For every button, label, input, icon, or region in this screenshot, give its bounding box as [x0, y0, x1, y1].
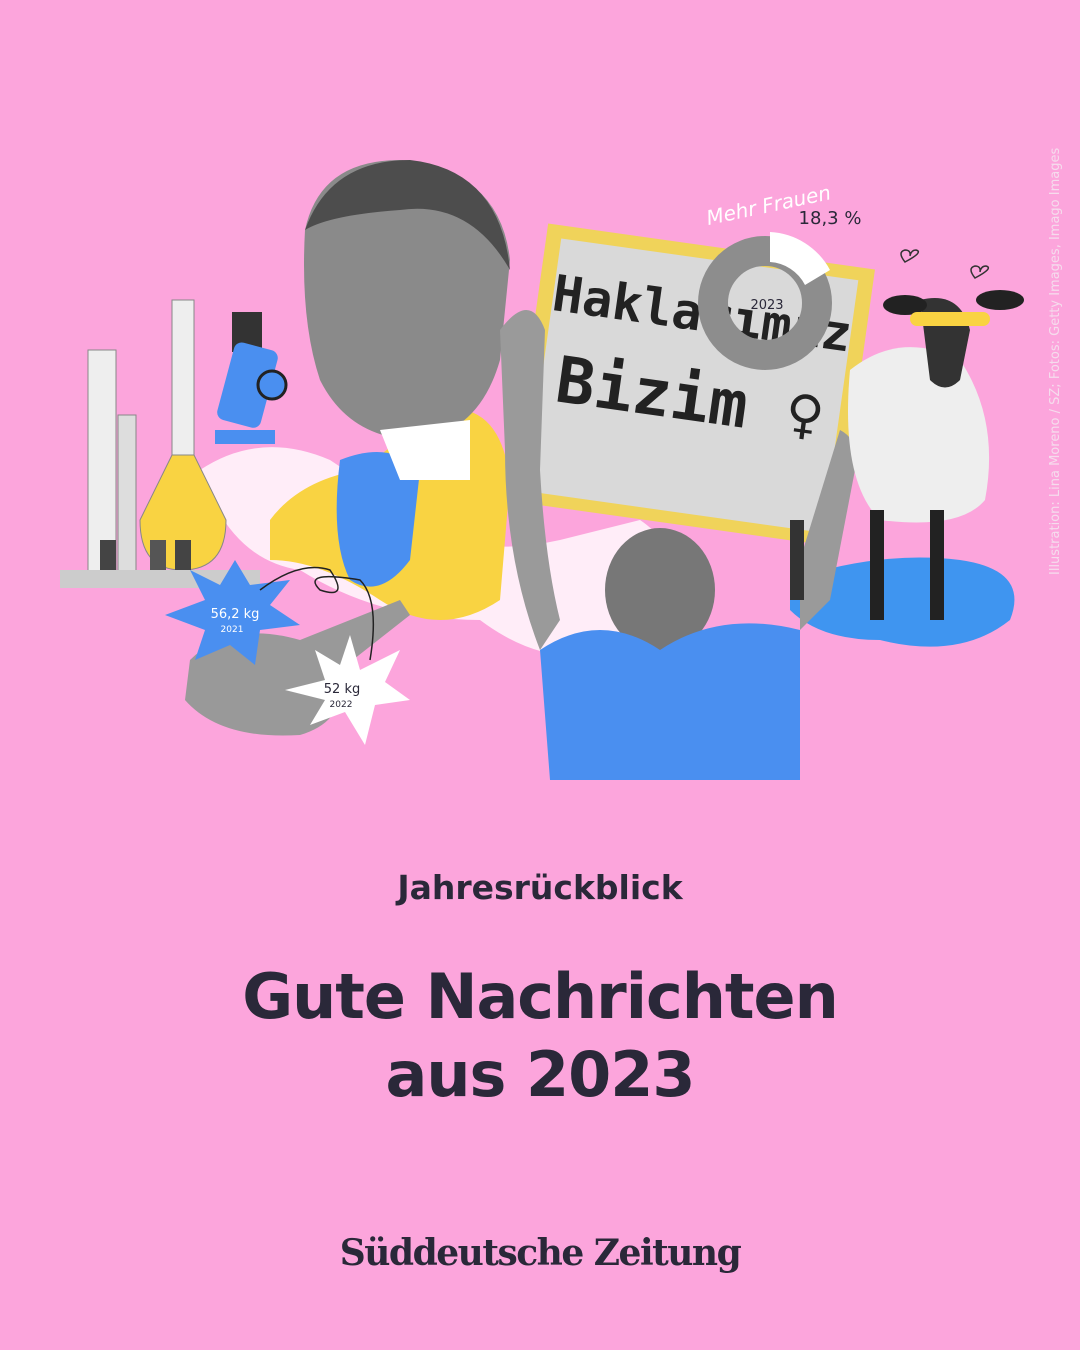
headline-line-1: Gute Nachrichten — [242, 960, 838, 1033]
heart-icon-2 — [970, 265, 990, 279]
brand-logo: Süddeutsche Zeitung — [339, 1232, 742, 1274]
stat-2022-value: 52 kg — [324, 682, 360, 697]
headline-line-2: aus 2023 — [385, 1038, 695, 1111]
donut-value-label: 18,3 % — [799, 208, 862, 229]
microscope-icon — [215, 312, 288, 444]
stat-2022-year: 2022 — [330, 700, 353, 710]
headline: Gute Nachrichten aus 2023 — [0, 958, 1080, 1114]
heart-icon — [900, 249, 920, 263]
stat-2021-value: 56,2 kg — [211, 607, 260, 622]
collage-illustration: Haklarımız Bizim ♀ 2023 18,3 % Mehr Frau… — [60, 160, 1024, 780]
donut-center-label: 2023 — [750, 298, 783, 313]
kicker: Jahresrückblick — [397, 868, 683, 907]
stat-2021-year: 2021 — [221, 625, 244, 635]
